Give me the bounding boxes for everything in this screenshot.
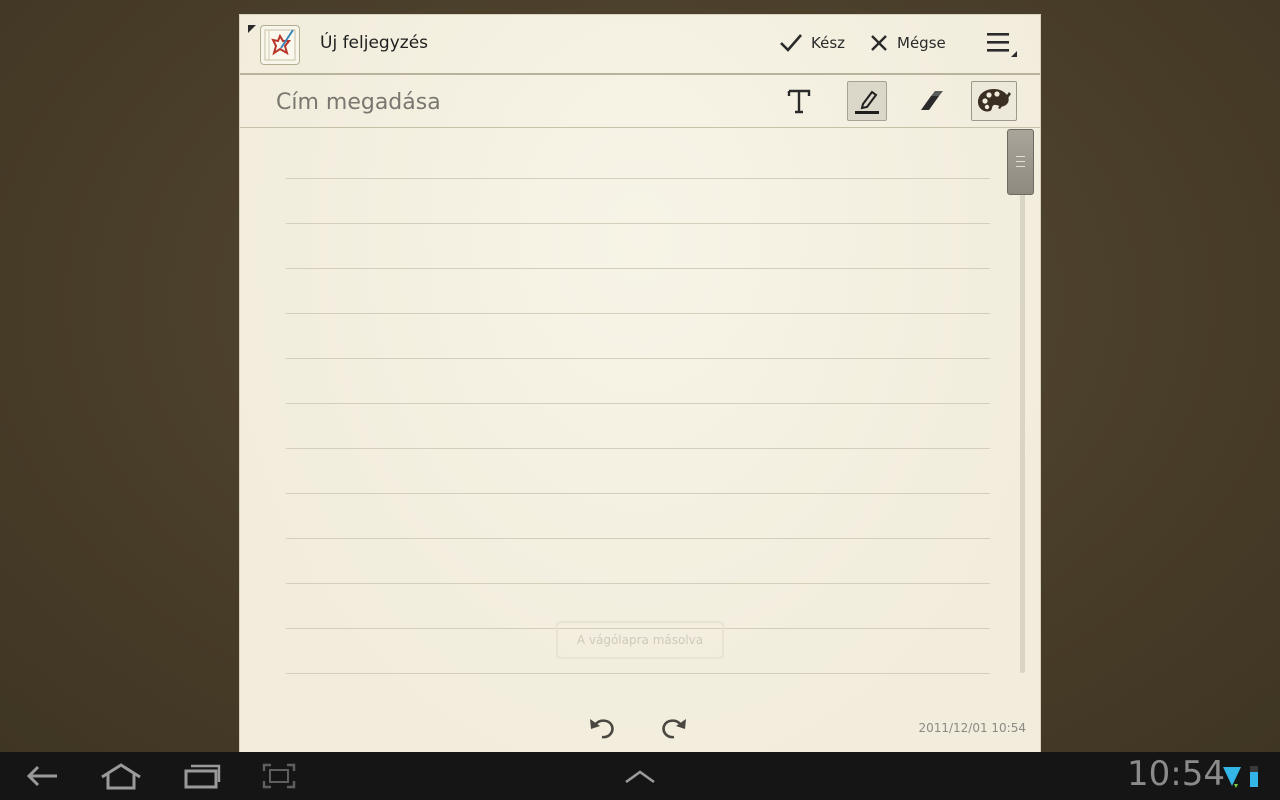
eraser-icon bbox=[921, 91, 943, 110]
wifi-battery-icon bbox=[1223, 766, 1258, 788]
corner-marker-icon bbox=[248, 25, 256, 33]
cancel-button[interactable]: Mégse bbox=[869, 29, 946, 57]
scrollbar-thumb[interactable] bbox=[1007, 129, 1034, 195]
home-icon bbox=[101, 763, 141, 790]
note-timestamp: 2011/12/01 10:54 bbox=[918, 721, 1026, 735]
scrollbar-track[interactable] bbox=[1020, 133, 1025, 673]
undo-button[interactable] bbox=[586, 713, 618, 743]
eraser-tool-button[interactable] bbox=[911, 81, 951, 121]
palette-tool-button[interactable] bbox=[971, 81, 1017, 121]
text-tool-button[interactable] bbox=[779, 81, 819, 121]
screenshot-icon bbox=[262, 763, 296, 789]
menu-icon bbox=[987, 33, 1017, 57]
recent-apps-icon bbox=[184, 764, 221, 789]
done-button[interactable]: Kész bbox=[779, 29, 845, 57]
back-arrow-icon bbox=[26, 765, 57, 787]
redo-icon bbox=[662, 719, 686, 739]
system-navigation-bar bbox=[0, 752, 1280, 800]
home-button[interactable] bbox=[98, 760, 144, 792]
status-icons[interactable] bbox=[1220, 760, 1264, 792]
checkmark-icon bbox=[780, 34, 802, 52]
palette-icon bbox=[978, 89, 1011, 112]
menu-button[interactable] bbox=[985, 29, 1017, 61]
clipboard-toast: A vágólapra másolva bbox=[556, 621, 724, 659]
note-page: Új feljegyzés Kész Mégse Cím megadása A … bbox=[239, 14, 1041, 752]
pen-icon bbox=[855, 90, 879, 114]
system-clock: 10:54 bbox=[1127, 754, 1225, 794]
back-button[interactable] bbox=[22, 760, 62, 792]
memo-app-icon bbox=[260, 25, 300, 65]
app-title: Új feljegyzés bbox=[320, 33, 429, 53]
app-tray-button[interactable] bbox=[622, 760, 658, 792]
text-tool-icon bbox=[787, 89, 811, 114]
title-input[interactable] bbox=[274, 85, 758, 119]
close-icon bbox=[871, 35, 887, 51]
note-toolbar bbox=[240, 75, 1040, 128]
chevron-up-icon bbox=[625, 770, 655, 784]
recent-apps-button[interactable] bbox=[182, 760, 222, 792]
note-header: Új feljegyzés Kész Mégse bbox=[240, 15, 1040, 75]
done-label: Kész bbox=[811, 34, 846, 52]
cancel-label: Mégse bbox=[897, 34, 946, 52]
redo-button[interactable] bbox=[658, 713, 690, 743]
undo-icon bbox=[590, 719, 614, 739]
screenshot-button[interactable] bbox=[260, 760, 298, 792]
pen-tool-button[interactable] bbox=[847, 81, 887, 121]
